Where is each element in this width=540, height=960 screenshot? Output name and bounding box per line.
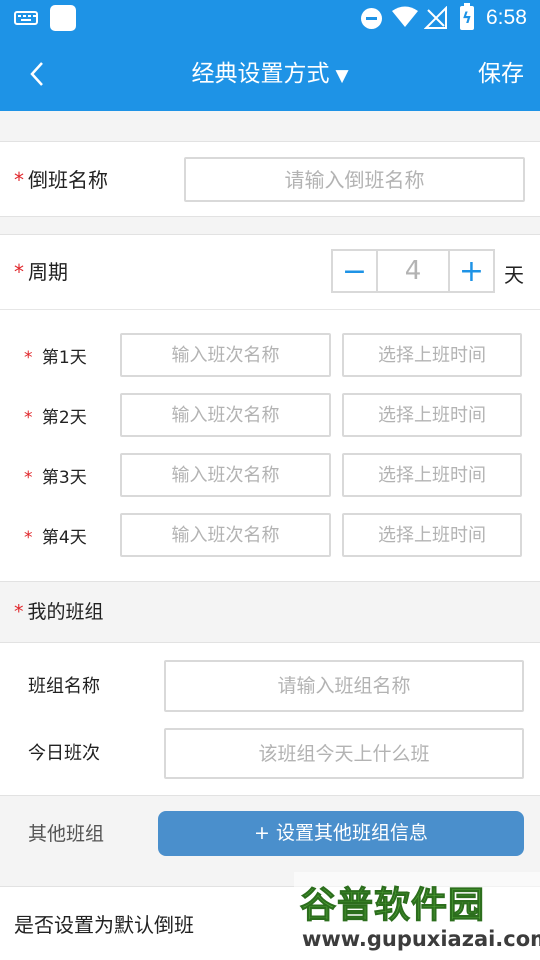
other-groups-label: 其他班组: [28, 823, 105, 845]
shift-name-field[interactable]: [120, 333, 331, 377]
cycle-label: * 周期: [14, 260, 68, 284]
day-label: * 第3天: [24, 468, 87, 488]
my-group-title: * 我的班组: [14, 601, 104, 623]
app-notification-icon: [50, 5, 76, 31]
today-shift-label: 今日班次: [28, 743, 100, 764]
watermark-url: www.gupuxiazai.com: [302, 927, 540, 951]
shift-name-input[interactable]: [184, 157, 525, 202]
work-time-picker[interactable]: [342, 513, 522, 557]
shift-name-row: * 倒班名称: [0, 141, 540, 217]
default-shift-label: 是否设置为默认倒班: [14, 913, 194, 937]
keyboard-icon: [14, 11, 38, 25]
add-other-group-button[interactable]: + 设置其他班组信息: [158, 811, 524, 856]
watermark: 谷普软件园 www.gupuxiazai.com: [294, 872, 540, 960]
my-group-section: 班组名称 今日班次: [0, 642, 540, 796]
day-label: * 第4天: [24, 528, 87, 548]
status-bar: ϟ 6:58: [0, 0, 540, 36]
day-label: * 第2天: [24, 408, 87, 428]
day-row-4: * 第4天: [0, 513, 540, 557]
shift-name-field[interactable]: [120, 393, 331, 437]
no-signal-icon: [424, 6, 447, 29]
work-time-picker[interactable]: [342, 453, 522, 497]
work-time-picker[interactable]: [342, 333, 522, 377]
page-title[interactable]: 经典设置方式 ▼: [0, 60, 540, 90]
do-not-disturb-icon: [361, 8, 382, 29]
today-shift-input[interactable]: [164, 728, 524, 779]
divider: [0, 309, 540, 310]
day-row-1: * 第1天: [0, 333, 540, 377]
shift-name-field[interactable]: [120, 453, 331, 497]
day-row-2: * 第2天: [0, 393, 540, 437]
shift-name-label: * 倒班名称: [14, 168, 108, 192]
decrement-button[interactable]: −: [333, 251, 376, 291]
watermark-logo: 谷普软件园: [299, 885, 486, 927]
status-time: 6:58: [486, 6, 527, 29]
page-title-text: 经典设置方式: [191, 61, 330, 87]
group-name-input[interactable]: [164, 660, 524, 712]
cycle-stepper: − 4 +: [331, 249, 495, 293]
wifi-icon: [392, 6, 418, 27]
dropdown-caret-icon: ▼: [335, 66, 349, 86]
group-name-label: 班组名称: [28, 676, 100, 697]
day-row-3: * 第3天: [0, 453, 540, 497]
work-time-picker[interactable]: [342, 393, 522, 437]
day-label: * 第1天: [24, 348, 87, 368]
increment-button[interactable]: +: [450, 251, 493, 291]
battery-charging-icon: ϟ: [460, 3, 474, 30]
cycle-unit: 天: [504, 263, 524, 287]
save-button[interactable]: 保存: [478, 60, 524, 88]
cycle-section: *周期 − 4 + 天 * 第1天 * 第2天 * 第3天 * 第4天: [0, 234, 540, 582]
shift-name-field[interactable]: [120, 513, 331, 557]
cycle-value[interactable]: 4: [376, 251, 450, 291]
app-bar: 经典设置方式 ▼ 保存: [0, 36, 540, 111]
